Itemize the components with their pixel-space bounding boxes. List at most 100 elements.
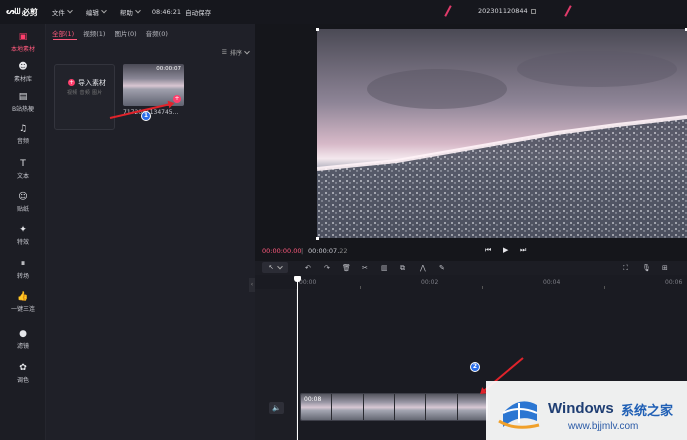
tick-label: 00:04 (543, 279, 561, 286)
menu-file-label: 文件 (51, 9, 65, 17)
play-icon[interactable]: ▶ (503, 246, 508, 254)
rail-item-effects[interactable]: ✦ 特效 (0, 221, 46, 251)
left-rail: ▣ 本地素材 ☻ 素材库 ▤ B站热梗 ♫ 音频 T 文本 ☺ 贴纸 ✦ 特效 … (0, 24, 46, 440)
sort-icon: ☰ (221, 49, 227, 56)
annotation-badge-2: 2 (470, 362, 480, 372)
rail-item-sticker[interactable]: ☺ 贴纸 (0, 188, 46, 218)
playhead-handle[interactable] (294, 276, 301, 282)
freeze-frame-icon[interactable]: ▥ (381, 264, 388, 272)
cursor-icon: ↖ (268, 264, 274, 271)
split-icon[interactable]: ✂ (362, 264, 368, 272)
clip-frame (426, 394, 458, 420)
watermark-url: www.bjjmlv.com (568, 421, 639, 432)
current-time: 00:00:00.00 (262, 247, 302, 255)
rail-item-local-media[interactable]: ▣ 本地素材 (0, 28, 46, 58)
sort-button[interactable]: ☰ 排序 (221, 48, 250, 57)
clip-frame (457, 394, 489, 420)
rail-label: 音频 (16, 138, 29, 145)
tab-image[interactable]: 图片(0) (114, 28, 136, 38)
sort-label: 排序 (229, 50, 242, 57)
transition-icon: ⏸ (20, 259, 26, 269)
rail-label: 特效 (16, 239, 29, 246)
rail-item-color[interactable]: ✿ 调色 (0, 359, 46, 389)
tick-label: 00:06 (665, 279, 683, 286)
media-thumbnail[interactable]: 00:00:07 + (123, 64, 184, 106)
menu-file[interactable]: 文件 (51, 7, 73, 17)
rail-item-transition[interactable]: ⏸ 转场 (0, 255, 46, 285)
rail-label: 一键三连 (10, 306, 35, 313)
chevron-down-icon (101, 7, 107, 14)
save-clock: 08:46:21 (151, 8, 182, 16)
thumbnail-duration: 00:00:07 (156, 66, 181, 72)
redo-icon[interactable]: ↷ (324, 264, 330, 272)
library-icon: ☻ (18, 62, 28, 72)
playhead[interactable] (297, 276, 298, 440)
effect-icon: ✦ (19, 225, 27, 235)
app-logo: ᔕᗯ 必剪 (6, 7, 38, 18)
total-time: 00:00:07.22 (308, 247, 348, 255)
menu-help[interactable]: 帮助 (120, 7, 141, 17)
next-frame-icon[interactable]: ⏭ (520, 246, 526, 255)
rail-label: 素材库 (13, 76, 32, 83)
clip-frame (363, 394, 395, 420)
crop-icon[interactable]: ⧉ (400, 264, 405, 272)
video-preview (317, 29, 687, 238)
collapse-panel-icon[interactable]: ‹ (249, 278, 255, 292)
palette-icon: ✿ (19, 363, 27, 373)
select-tool-dropdown[interactable]: ↖ (262, 262, 288, 273)
rail-item-bilibili[interactable]: ▤ B站热梗 (0, 88, 46, 118)
bilibili-icon: ▤ (18, 92, 28, 102)
preview-frame-image (317, 29, 687, 238)
top-menu-bar: ᔕᗯ 必剪 文件 编辑 帮助 08:46:21 自动保存 (0, 0, 687, 24)
mirror-icon[interactable]: ⋀ (420, 264, 426, 272)
rail-label: 转场 (16, 273, 29, 280)
undo-icon[interactable]: ↶ (305, 264, 311, 272)
filter-icon: ● (19, 329, 27, 339)
chevron-down-icon (135, 7, 141, 14)
total-time-value: 00:00:07 (308, 247, 338, 255)
tab-video[interactable]: 视频(1) (83, 28, 105, 38)
tab-audio[interactable]: 音频(0) (146, 28, 168, 38)
snap-icon[interactable]: ⊞ (662, 264, 668, 272)
menu-edit-label: 编辑 (85, 9, 99, 17)
rail-item-text[interactable]: T 文本 (0, 155, 46, 185)
tick-label: 00:00 (299, 279, 317, 286)
rail-item-triple[interactable]: 👍 一键三连 (0, 288, 46, 318)
rail-label: 滤镜 (16, 343, 29, 350)
marker-icon[interactable]: ✎ (439, 264, 445, 272)
rail-item-filter[interactable]: ● 滤镜 (0, 325, 46, 355)
rail-item-library[interactable]: ☻ 素材库 (0, 58, 46, 88)
crop-handle[interactable] (316, 237, 319, 240)
track-header-column (255, 289, 297, 440)
menu-edit[interactable]: 编辑 (85, 7, 107, 17)
thumbs-up-icon: 👍 (17, 292, 29, 302)
clip-duration: 00:08 (304, 396, 322, 403)
project-title[interactable]: 202301120844 (478, 7, 536, 15)
import-media-button[interactable]: + 导入素材 视频 音频 图片 (54, 64, 115, 130)
delete-icon[interactable]: 🗑 (342, 264, 351, 272)
clip-frame (332, 394, 364, 420)
timeline-ruler[interactable] (255, 275, 687, 289)
app-window: ᔕᗯ 必剪 文件 编辑 帮助 08:46:21 自动保存 20230112084… (0, 0, 687, 440)
watermark-cn: 系统之家 (621, 404, 674, 419)
project-name: 202301120844 (478, 7, 528, 15)
rail-item-audio[interactable]: ♫ 音频 (0, 120, 46, 150)
rail-label: B站热梗 (11, 106, 35, 113)
import-sublabel: 视频 音频 图片 (67, 90, 103, 96)
video-clip[interactable]: 00:08 (300, 393, 490, 421)
fit-screen-icon[interactable]: ⛶ (623, 264, 628, 272)
media-tabs: 全部(1) 视频(1) 图片(0) 音频(0) (52, 28, 168, 38)
logo-text: 必剪 (21, 7, 38, 17)
media-panel: 全部(1) 视频(1) 图片(0) 音频(0) ☰ 排序 + 导入素材 视频 音… (46, 24, 255, 440)
tab-all[interactable]: 全部(1) (52, 28, 74, 38)
track-mute-icon[interactable]: 🔈 (269, 402, 284, 414)
edit-icon[interactable] (530, 8, 536, 14)
crop-handle[interactable] (316, 28, 319, 31)
rail-label: 本地素材 (10, 46, 35, 53)
windows-logo-icon (498, 401, 540, 429)
previous-frame-icon[interactable]: ⏮ (485, 246, 491, 255)
rail-label: 贴纸 (16, 206, 29, 213)
microphone-icon[interactable]: 🎙 (642, 264, 651, 272)
text-icon: T (20, 159, 26, 169)
logo-mark-icon: ᔕᗯ (6, 7, 20, 16)
